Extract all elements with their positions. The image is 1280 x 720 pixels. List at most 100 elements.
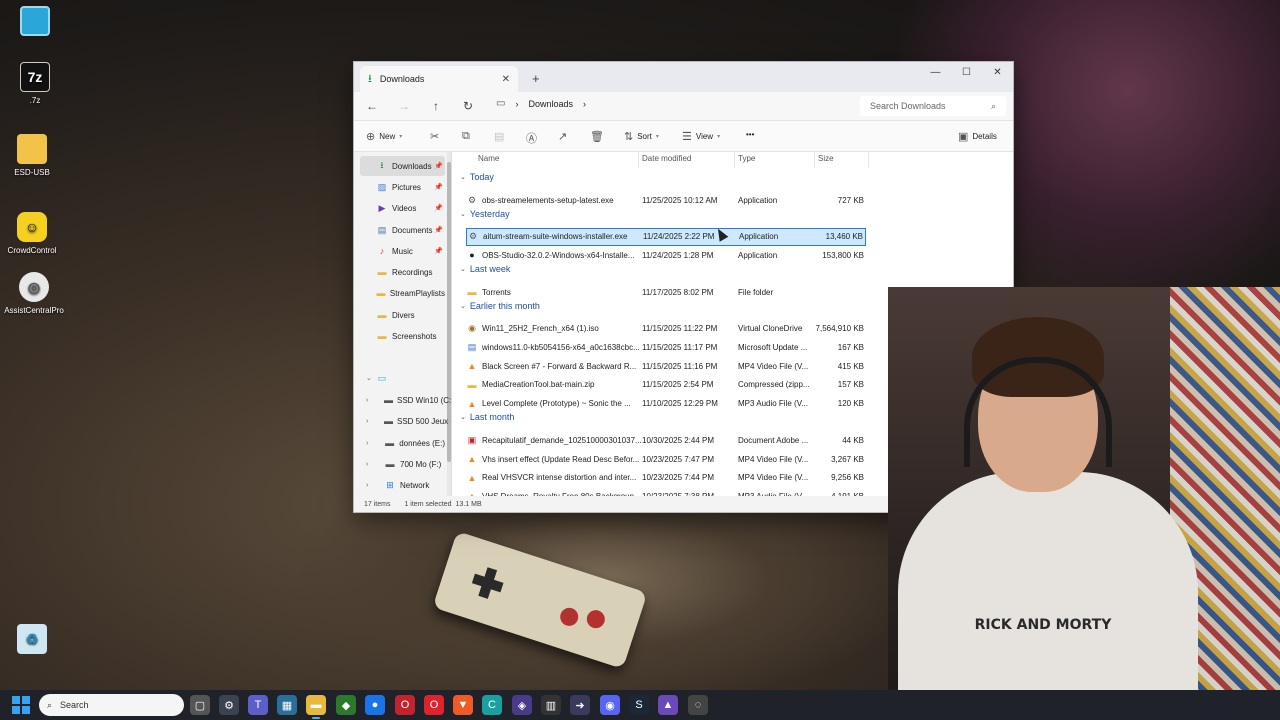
file-row[interactable]: ▲ Black Screen #7 - Forward & Backward R.… (466, 357, 866, 375)
opera-gx-icon[interactable]: O (395, 695, 415, 715)
breadcrumb-separator-icon[interactable]: › (515, 99, 518, 109)
expand-chevron-icon[interactable]: ⌄ (366, 374, 372, 382)
nav-item[interactable]: › ▬ données (E:) (360, 433, 445, 453)
breadcrumb-downloads[interactable]: Downloads (528, 99, 573, 109)
file-row[interactable]: ◉ Win11_25H2_French_x64 (1).iso 11/15/2025… (466, 320, 866, 338)
nav-item[interactable]: ▬ Recordings (360, 262, 445, 282)
refresh-button[interactable]: ↻ (452, 99, 484, 113)
share-icon[interactable]: ↗ (558, 130, 567, 143)
discord-icon[interactable]: ◉ (600, 695, 620, 715)
file-explorer-icon[interactable]: ▬ (306, 695, 326, 719)
task-view-icon[interactable]: ▢ (190, 695, 210, 715)
streaming-app-icon[interactable]: ➜ (570, 695, 590, 715)
nav-item[interactable]: ▤ Documents 📌 (360, 220, 445, 240)
file-row[interactable]: ⚙ obs-streamelements-setup-latest.exe 11/2… (466, 191, 866, 209)
column-size[interactable]: Size (818, 154, 834, 163)
desktop-icon-assistcentralpro[interactable]: ◎ AssistCentralPro (0, 272, 69, 315)
cut-icon[interactable]: ✂ (430, 130, 439, 143)
nav-item[interactable]: ▬ Screenshots (360, 326, 445, 346)
file-row[interactable]: ▬ MediaCreationTool.bat-main.zip 11/15/202… (466, 376, 866, 394)
nav-scrollbar[interactable] (447, 152, 451, 496)
maximize-button[interactable]: ☐ (951, 63, 982, 81)
column-date-modified[interactable]: Date modified (642, 154, 691, 163)
desktop-icon-recycle-bin[interactable]: ♻ (0, 624, 67, 658)
collapse-chevron-icon[interactable]: ⌄ (460, 302, 466, 310)
collapse-chevron-icon[interactable]: ⌄ (460, 265, 466, 273)
expand-chevron-icon[interactable]: › (366, 440, 368, 447)
this-pc-icon[interactable]: ▭ (496, 98, 505, 109)
desktop-icon-crowdcontrol[interactable]: ☺ CrowdControl (0, 212, 67, 255)
collapse-chevron-icon[interactable]: ⌄ (460, 210, 466, 218)
app-icon[interactable]: ◈ (512, 695, 532, 715)
steam-icon[interactable]: S (629, 695, 649, 715)
collapse-chevron-icon[interactable]: ⌄ (460, 413, 466, 421)
opera-icon[interactable]: O (424, 695, 444, 715)
up-button[interactable]: ↑ (420, 99, 452, 113)
new-button[interactable]: ⊕ New ▾ (366, 130, 402, 143)
nav-item[interactable]: › ▬ SSD 500 Jeux (I (360, 411, 451, 431)
column-separator[interactable] (638, 152, 639, 168)
file-row[interactable]: ▲ Level Complete (Prototype) ~ Sonic the … (466, 395, 866, 413)
search-input[interactable]: Search Downloads ⌕ (860, 96, 1006, 116)
aitum-icon[interactable]: ◌ (688, 695, 708, 715)
teams-icon[interactable]: T (248, 695, 268, 715)
file-row[interactable]: ▣ Recapitulatif_demande_102510000301037..… (466, 431, 866, 449)
nav-item[interactable]: ▬ StreamPlaylists (360, 283, 445, 303)
nav-item[interactable]: ▬ Divers (360, 305, 445, 325)
settings-icon[interactable]: ⚙ (219, 695, 239, 715)
column-separator[interactable] (814, 152, 815, 168)
edge-icon[interactable]: ● (365, 695, 385, 715)
expand-chevron-icon[interactable]: › (366, 482, 368, 489)
nav-item[interactable]: ⭳ Downloads 📌 (360, 156, 445, 176)
start-button[interactable] (12, 696, 30, 714)
back-button[interactable]: ← (356, 99, 388, 113)
brave-icon[interactable]: ▼ (453, 695, 473, 715)
delete-icon[interactable]: 🗑 (590, 130, 604, 143)
file-row[interactable]: ⚙ aitum-stream-suite-windows-installer.ex… (466, 227, 866, 246)
nvidia-icon[interactable]: ◆ (336, 695, 356, 715)
forward-button[interactable]: → (388, 99, 420, 113)
expand-chevron-icon[interactable]: › (366, 461, 368, 468)
column-separator[interactable] (868, 152, 869, 168)
nav-item[interactable]: ▨ Pictures 📌 (360, 177, 445, 197)
rename-icon[interactable]: Ⓐ (526, 130, 537, 146)
breadcrumb-chevron-icon[interactable]: › (583, 99, 586, 109)
creative-app-icon[interactable]: ▲ (658, 695, 678, 715)
file-row[interactable]: ▬ Torrents 11/17/2025 8:02 PM File folder (466, 283, 866, 301)
nav-item[interactable]: ⌄ ▭ (360, 368, 445, 388)
file-row[interactable]: ▲ Vhs insert effect (Update Read Desc Bef… (466, 450, 866, 468)
file-row[interactable]: ● OBS-Studio-32.0.2-Windows-x64-Installe.… (466, 246, 866, 264)
file-row[interactable]: ▤ windows11.0-kb5054156-x64_a0c1638cbc...… (466, 339, 866, 357)
group-header[interactable]: ⌄ Last month (460, 412, 514, 422)
desktop-icon-esd-usb[interactable]: ESD-USB (0, 134, 67, 177)
taskbar-search[interactable]: ⌕ Search (39, 694, 184, 716)
minimize-button[interactable]: — (920, 63, 951, 81)
browser-icon[interactable]: C (482, 695, 502, 715)
expand-chevron-icon[interactable]: › (366, 397, 368, 404)
column-name[interactable]: Name (478, 154, 499, 163)
nav-item[interactable]: › ⊞ Network (360, 475, 445, 495)
desktop-icon-7zip[interactable]: 7z .7z (0, 62, 70, 105)
copy-icon[interactable]: ⧉ (462, 130, 470, 143)
column-type[interactable]: Type (738, 154, 755, 163)
new-tab-button[interactable]: + (532, 71, 540, 86)
group-header[interactable]: ⌄ Last week (460, 264, 510, 274)
close-button[interactable]: ✕ (982, 63, 1013, 81)
group-header[interactable]: ⌄ Earlier this month (460, 301, 540, 311)
group-header[interactable]: ⌄ Yesterday (460, 209, 510, 219)
audio-app-icon[interactable]: ▥ (541, 695, 561, 715)
collapse-chevron-icon[interactable]: ⌄ (460, 173, 466, 181)
store-icon[interactable]: ▦ (277, 695, 297, 715)
desktop-icon-monitor[interactable] (0, 6, 70, 40)
close-tab-icon[interactable]: ✕ (502, 74, 510, 85)
nav-item[interactable]: ♪ Music 📌 (360, 241, 445, 261)
nav-item[interactable]: ▶ Videos 📌 (360, 198, 445, 218)
paste-icon[interactable]: ▤ (494, 130, 504, 143)
group-header[interactable]: ⌄ Today (460, 172, 494, 182)
more-options-button[interactable]: ••• (746, 130, 754, 139)
file-row[interactable]: ▲ Real VHSVCR intense distortion and inte… (466, 469, 866, 487)
column-separator[interactable] (734, 152, 735, 168)
view-button[interactable]: ☰ View ▾ (682, 130, 720, 143)
sort-button[interactable]: ⇅ Sort ▾ (624, 130, 659, 143)
nav-item[interactable]: › ▬ SSD Win10 (C:) (360, 390, 451, 410)
